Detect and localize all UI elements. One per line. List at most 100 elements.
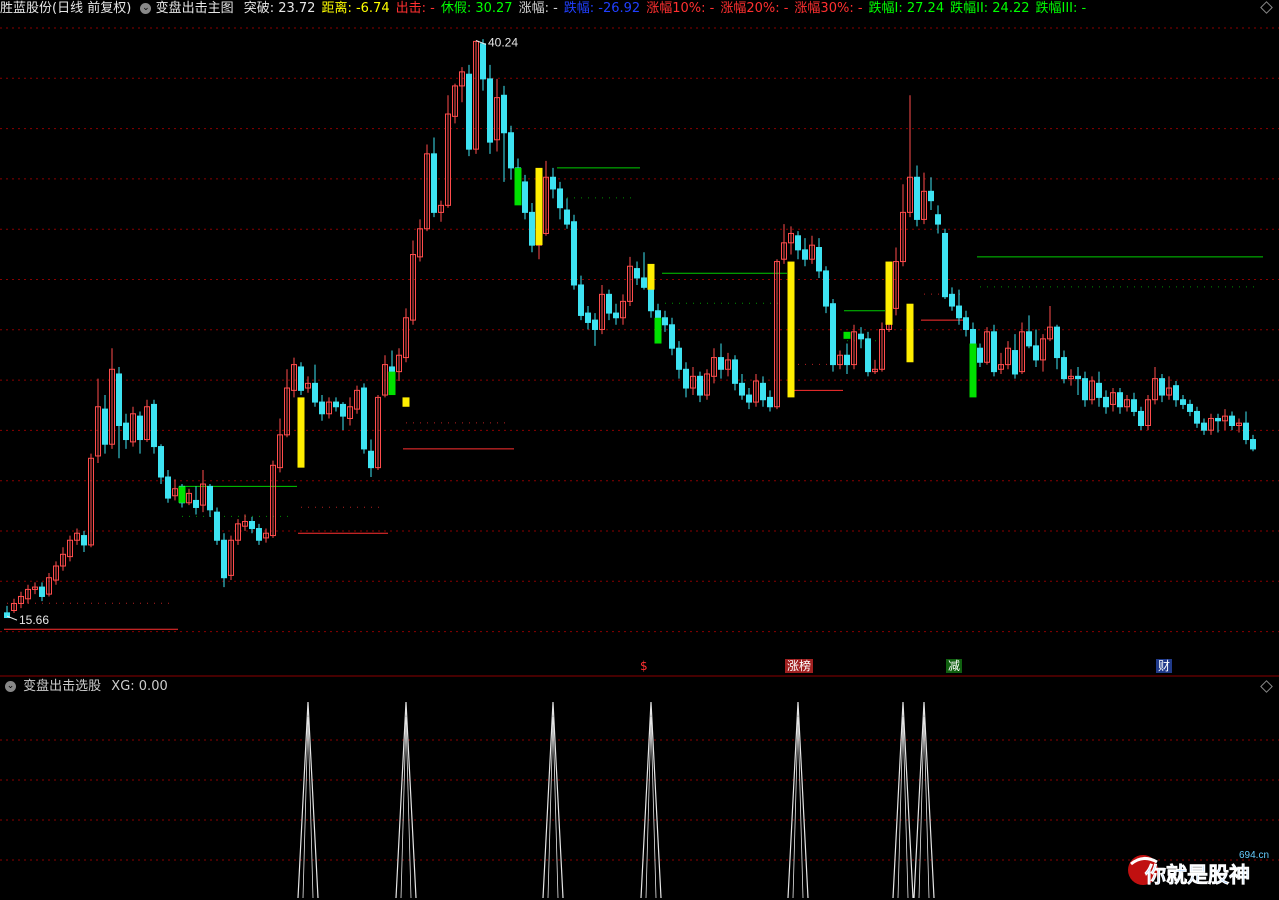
signal-spike-inner bbox=[792, 716, 804, 899]
candle-body bbox=[1243, 422, 1249, 441]
candle-body bbox=[319, 401, 325, 415]
signal-bar bbox=[885, 261, 893, 325]
sub-chart-header: ⌄ 变盘出击选股 XG: 0.00 bbox=[0, 678, 168, 696]
candle-body bbox=[431, 153, 437, 213]
sub-indicator-menu-icon[interactable]: ⌄ bbox=[5, 681, 16, 692]
candle-body bbox=[1061, 357, 1067, 380]
signal-bar bbox=[535, 167, 543, 246]
candle-body bbox=[655, 310, 661, 319]
header-value-0: 突破: 23.72 bbox=[243, 1, 316, 16]
candle-body bbox=[1250, 439, 1256, 450]
candle-body bbox=[368, 450, 374, 469]
candle-body bbox=[697, 375, 703, 396]
candle-body bbox=[1082, 378, 1088, 401]
header-value-6: 涨幅10%: - bbox=[646, 1, 715, 16]
candle-body bbox=[935, 214, 941, 225]
candle-body bbox=[1187, 403, 1193, 412]
candle-body bbox=[1194, 410, 1200, 424]
candle-body bbox=[151, 403, 157, 448]
candle-body bbox=[802, 249, 808, 260]
candle-body bbox=[214, 511, 220, 541]
candle-body bbox=[1180, 399, 1186, 405]
candle-body bbox=[718, 357, 724, 370]
candle-body bbox=[977, 347, 983, 363]
candle-body bbox=[823, 270, 829, 307]
candle-body bbox=[641, 277, 647, 288]
candle-body bbox=[480, 43, 486, 80]
signal-bar bbox=[647, 263, 655, 290]
candle-body bbox=[522, 181, 528, 213]
candle-body bbox=[865, 338, 871, 373]
watermark-site: 694.cn bbox=[1239, 850, 1269, 861]
candle-body bbox=[1215, 417, 1221, 422]
candle-body bbox=[1229, 415, 1235, 426]
signal-bar bbox=[514, 167, 522, 206]
signal-bar bbox=[787, 261, 795, 398]
candle-body bbox=[158, 446, 164, 478]
candle-body bbox=[683, 368, 689, 389]
price-chart[interactable]: 40.24 15.66 bbox=[0, 0, 1279, 900]
candle-body bbox=[137, 415, 143, 441]
candle-body bbox=[928, 190, 934, 202]
candle-body bbox=[844, 354, 850, 366]
candle-body bbox=[221, 539, 227, 579]
candle-body bbox=[193, 499, 199, 508]
candle-body bbox=[466, 73, 472, 150]
candle-body bbox=[634, 268, 640, 279]
candle-body bbox=[739, 382, 745, 396]
event-marker-2[interactable]: 减 bbox=[946, 659, 963, 673]
signal-bar bbox=[906, 303, 914, 363]
event-marker-1[interactable]: 涨榜 bbox=[785, 659, 814, 673]
header-value-10: 跌幅II: 24.22 bbox=[950, 1, 1030, 16]
signal-bar bbox=[297, 397, 305, 468]
candle-body bbox=[956, 305, 962, 319]
candle-body bbox=[1033, 345, 1039, 361]
watermark-logo: 694.cn 你就是股神 bbox=[1121, 844, 1271, 896]
candle-body bbox=[39, 586, 45, 597]
candle-body bbox=[648, 286, 654, 312]
candle-body bbox=[564, 209, 570, 225]
candle-body bbox=[746, 394, 752, 403]
header-value-11: 跌幅III: - bbox=[1035, 1, 1087, 16]
candle-body bbox=[1131, 399, 1137, 412]
candle-body bbox=[165, 476, 171, 499]
header-value-8: 涨幅30%: - bbox=[794, 1, 863, 16]
event-marker-3[interactable]: 财 bbox=[1156, 659, 1173, 673]
candle-body bbox=[333, 401, 339, 408]
sub-indicator-value: XG: 0.00 bbox=[111, 679, 168, 694]
price-annotation: 40.24 bbox=[488, 35, 518, 49]
candle-body bbox=[1138, 410, 1144, 426]
candle-body bbox=[1159, 378, 1165, 396]
candle-body bbox=[942, 232, 948, 298]
candle-body bbox=[1054, 326, 1060, 359]
candle-body bbox=[1096, 382, 1102, 398]
candle-body bbox=[487, 78, 493, 143]
indicator-menu-icon[interactable]: ⌄ bbox=[140, 3, 152, 14]
candle-body bbox=[1026, 331, 1032, 347]
signal-bar bbox=[843, 331, 851, 339]
candle-body bbox=[1201, 422, 1207, 431]
header-value-5: 跌幅: -26.92 bbox=[563, 1, 641, 16]
stock-title: 胜蓝股份(日线 前复权) bbox=[0, 1, 132, 16]
header-value-1: 距离: -6.74 bbox=[321, 1, 390, 16]
candle-body bbox=[585, 312, 591, 323]
candle-body bbox=[501, 94, 507, 134]
sub-indicator-title: 变盘出击选股 bbox=[23, 679, 102, 694]
candle-body bbox=[249, 521, 255, 530]
candle-body bbox=[732, 359, 738, 384]
candle-body bbox=[669, 324, 675, 349]
indicator-values: 突破: 23.72 距离: -6.74 出击: - 休假: 30.27 涨幅: - 跌幅:… bbox=[238, 1, 1087, 16]
signal-spike-inner bbox=[302, 716, 314, 899]
signal-bar bbox=[178, 486, 186, 503]
candle-body bbox=[662, 317, 668, 326]
candle-body bbox=[312, 382, 318, 403]
event-marker-0[interactable]: $ bbox=[638, 659, 650, 673]
candle-body bbox=[298, 366, 304, 391]
header-value-3: 休假: 30.27 bbox=[440, 1, 513, 16]
candle-body bbox=[508, 132, 514, 169]
watermark-text: 你就是股神 bbox=[1144, 863, 1250, 887]
candle-body bbox=[123, 422, 129, 441]
signal-spike-inner bbox=[897, 716, 909, 899]
candle-body bbox=[676, 347, 682, 370]
header-value-4: 涨幅: - bbox=[518, 1, 558, 16]
